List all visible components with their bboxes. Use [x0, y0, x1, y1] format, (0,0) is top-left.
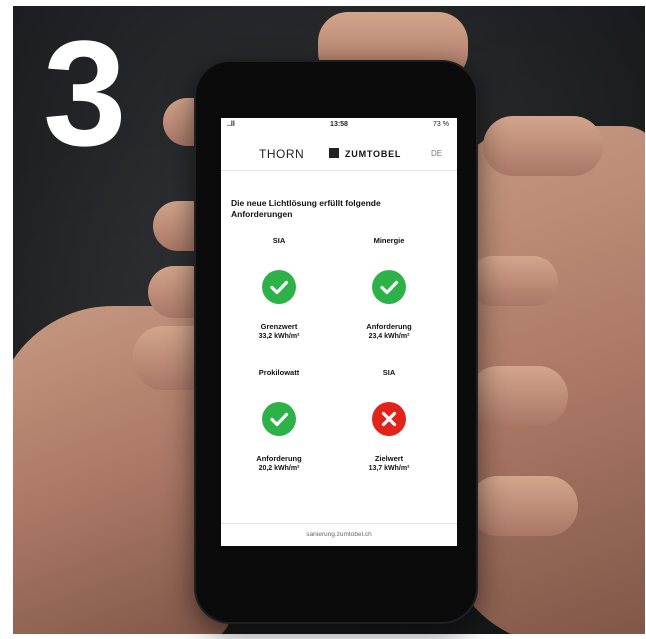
phone-screen: ..ll 13:58 73 % THORN ZUMTOBEL DE Die ne… [221, 118, 457, 546]
battery-level: 73 % [433, 121, 449, 128]
cross-icon [372, 402, 406, 436]
requirement-value: 33,2 kWh/m² [258, 333, 300, 340]
check-icon [372, 270, 406, 304]
footer-url[interactable]: sanierung.zumtobel.ch [221, 523, 457, 546]
requirement-title: SIA [272, 236, 286, 245]
check-icon [262, 402, 296, 436]
requirement-caption: Anforderung [366, 322, 412, 331]
status-bar: ..ll 13:58 73 % [221, 118, 457, 132]
requirement-value: 13,7 kWh/m² [368, 465, 410, 472]
zumtobel-logo-icon [329, 148, 339, 158]
check-icon [262, 270, 296, 304]
zumtobel-logo[interactable]: ZUMTOBEL [345, 149, 401, 159]
brand-header: THORN ZUMTOBEL DE [221, 136, 457, 171]
requirement-title: Prokilowatt [258, 368, 300, 377]
language-selector[interactable]: DE [431, 149, 442, 158]
right-finger [468, 476, 578, 536]
requirement-value: 23,4 kWh/m² [368, 333, 410, 340]
right-finger [468, 366, 568, 426]
requirement-caption: Anforderung [256, 454, 302, 463]
status-time: 13:58 [330, 121, 348, 128]
right-finger [468, 256, 558, 306]
requirement-sia-target: SIA Zielwert 13,7 kWh/m² [339, 368, 439, 472]
requirement-title: Minergie [373, 236, 405, 245]
right-thumb [483, 116, 603, 176]
thorn-logo[interactable]: THORN [259, 147, 304, 161]
requirement-prokilowatt: Prokilowatt Anforderung 20,2 kWh/m² [229, 368, 329, 472]
requirement-minergie: Minergie Anforderung 23,4 kWh/m² [339, 236, 439, 340]
requirement-sia-limit: SIA Grenzwert 33,2 kWh/m² [229, 236, 329, 340]
step-number: 3 [43, 9, 126, 177]
requirement-caption: Zielwert [374, 454, 404, 463]
page-heading: Die neue Lichtlösung erfüllt folgende An… [231, 198, 381, 219]
requirement-caption: Grenzwert [260, 322, 298, 331]
requirement-title: SIA [382, 368, 396, 377]
requirement-value: 20,2 kWh/m² [258, 465, 300, 472]
